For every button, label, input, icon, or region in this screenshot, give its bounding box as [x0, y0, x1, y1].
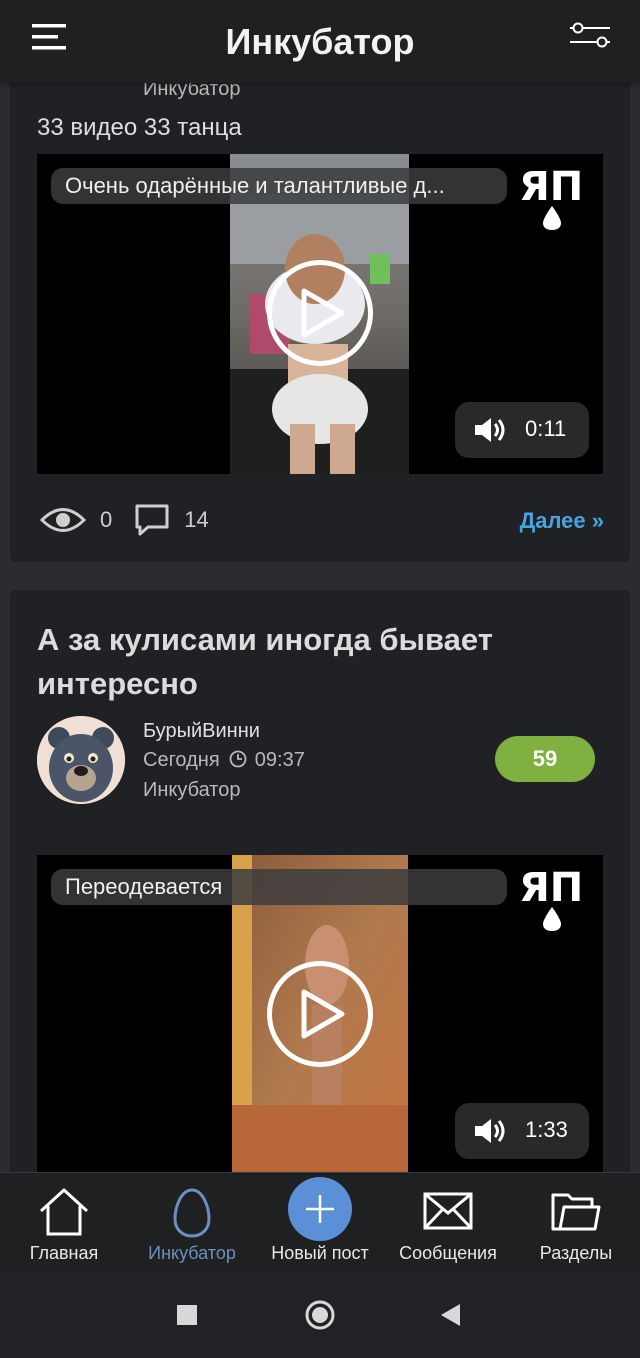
home-icon: [39, 1188, 89, 1236]
video-caption: Переодевается: [51, 869, 507, 905]
post-card: Инкубатор 33 видео 33 танца Очень одарён…: [10, 40, 630, 562]
home-button-icon[interactable]: [304, 1299, 336, 1331]
clock-icon: [229, 750, 247, 768]
nav-item-label: Новый пост: [271, 1243, 369, 1263]
comments-count[interactable]: 14: [184, 507, 208, 533]
egg-icon: [173, 1188, 211, 1238]
system-navigation-bar: [0, 1272, 640, 1358]
envelope-icon: [423, 1192, 473, 1230]
nav-item-label: Сообщения: [399, 1243, 497, 1263]
post-date: Сегодня 09:37: [143, 749, 305, 772]
play-button[interactable]: [267, 260, 373, 366]
avatar[interactable]: [37, 716, 125, 804]
yap-logo: ЯП: [519, 865, 589, 931]
eye-icon: [40, 508, 86, 532]
top-bar: Инкубатор: [0, 0, 640, 83]
post-category[interactable]: Инкубатор: [143, 779, 240, 802]
play-icon: [301, 989, 345, 1039]
folder-icon: [551, 1193, 601, 1231]
video-duration: 0:11: [525, 416, 567, 441]
comment-icon[interactable]: [134, 503, 170, 537]
video-player[interactable]: Переодевается ЯП 1:33: [37, 855, 603, 1172]
post-time: 09:37: [254, 749, 305, 771]
filter-settings-icon[interactable]: [570, 22, 610, 48]
svg-text:ЯП: ЯП: [519, 166, 583, 210]
post-title[interactable]: А за кулисами иногда бывает интересно: [37, 618, 597, 706]
read-more-link[interactable]: Далее »: [520, 508, 604, 534]
video-caption: Очень одарённые и талантливые д...: [51, 168, 507, 204]
hamburger-menu-icon[interactable]: [32, 22, 66, 52]
views-count: 0: [100, 507, 113, 532]
post-stats: 0 14: [40, 500, 231, 540]
nav-item-label: Инкубатор: [148, 1243, 236, 1263]
post-card: А за кулисами иногда бывает интересно Бу…: [10, 590, 630, 1172]
recent-apps-icon[interactable]: [175, 1303, 199, 1327]
back-icon[interactable]: [438, 1302, 462, 1328]
nav-item-label: Главная: [29, 1243, 99, 1263]
post-date-day: Сегодня: [143, 749, 220, 771]
nav-item-incubator[interactable]: Инкубатор: [128, 1173, 256, 1273]
sound-control[interactable]: 0:11: [455, 402, 589, 458]
speaker-icon: [475, 418, 505, 442]
nav-item-new-post[interactable]: Новый пост: [256, 1173, 384, 1273]
bottom-navigation: Главная Инкубатор Новый пост Сообщения Р…: [0, 1172, 640, 1272]
nav-item-label: Разделы: [539, 1243, 613, 1263]
nav-item-home[interactable]: Главная: [0, 1173, 128, 1273]
feed: Инкубатор 33 видео 33 танца Очень одарён…: [0, 0, 640, 1172]
nav-item-sections[interactable]: Разделы: [512, 1173, 640, 1273]
video-player[interactable]: Очень одарённые и талантливые д... ЯП 0:…: [37, 154, 603, 474]
page-title: Инкубатор: [225, 20, 415, 62]
yap-logo: ЯП: [519, 164, 589, 230]
post-subtitle: 33 видео 33 танца: [37, 114, 242, 141]
sound-control[interactable]: 1:33: [455, 1103, 589, 1159]
play-button[interactable]: [267, 961, 373, 1067]
plus-icon: [288, 1177, 352, 1241]
post-author[interactable]: БурыйВинни: [143, 720, 260, 743]
play-icon: [301, 288, 345, 338]
speaker-icon: [475, 1119, 505, 1143]
svg-text:ЯП: ЯП: [519, 867, 583, 911]
nav-item-messages[interactable]: Сообщения: [384, 1173, 512, 1273]
rating-badge[interactable]: 59: [495, 736, 595, 782]
video-duration: 1:33: [525, 1117, 568, 1142]
